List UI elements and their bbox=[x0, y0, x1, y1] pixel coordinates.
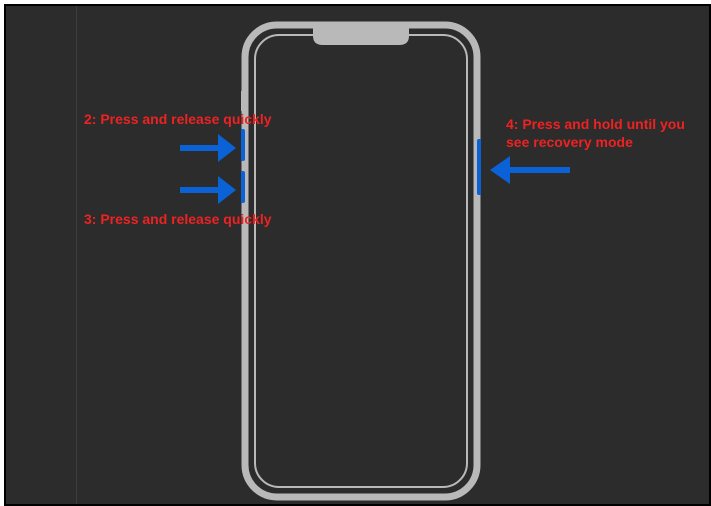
arrow-step3 bbox=[178, 172, 238, 208]
arrow-step2 bbox=[178, 130, 238, 166]
label-step2: 2: Press and release quickly bbox=[84, 111, 272, 129]
diagram-frame: 2: Press and release quickly 3: Press an… bbox=[4, 4, 711, 506]
phone-outline bbox=[241, 21, 481, 501]
guide-line bbox=[76, 6, 77, 504]
label-step3: 3: Press and release quickly bbox=[84, 211, 272, 229]
label-step4: 4: Press and hold until you see recovery… bbox=[506, 116, 685, 151]
arrow-step4 bbox=[486, 152, 572, 188]
